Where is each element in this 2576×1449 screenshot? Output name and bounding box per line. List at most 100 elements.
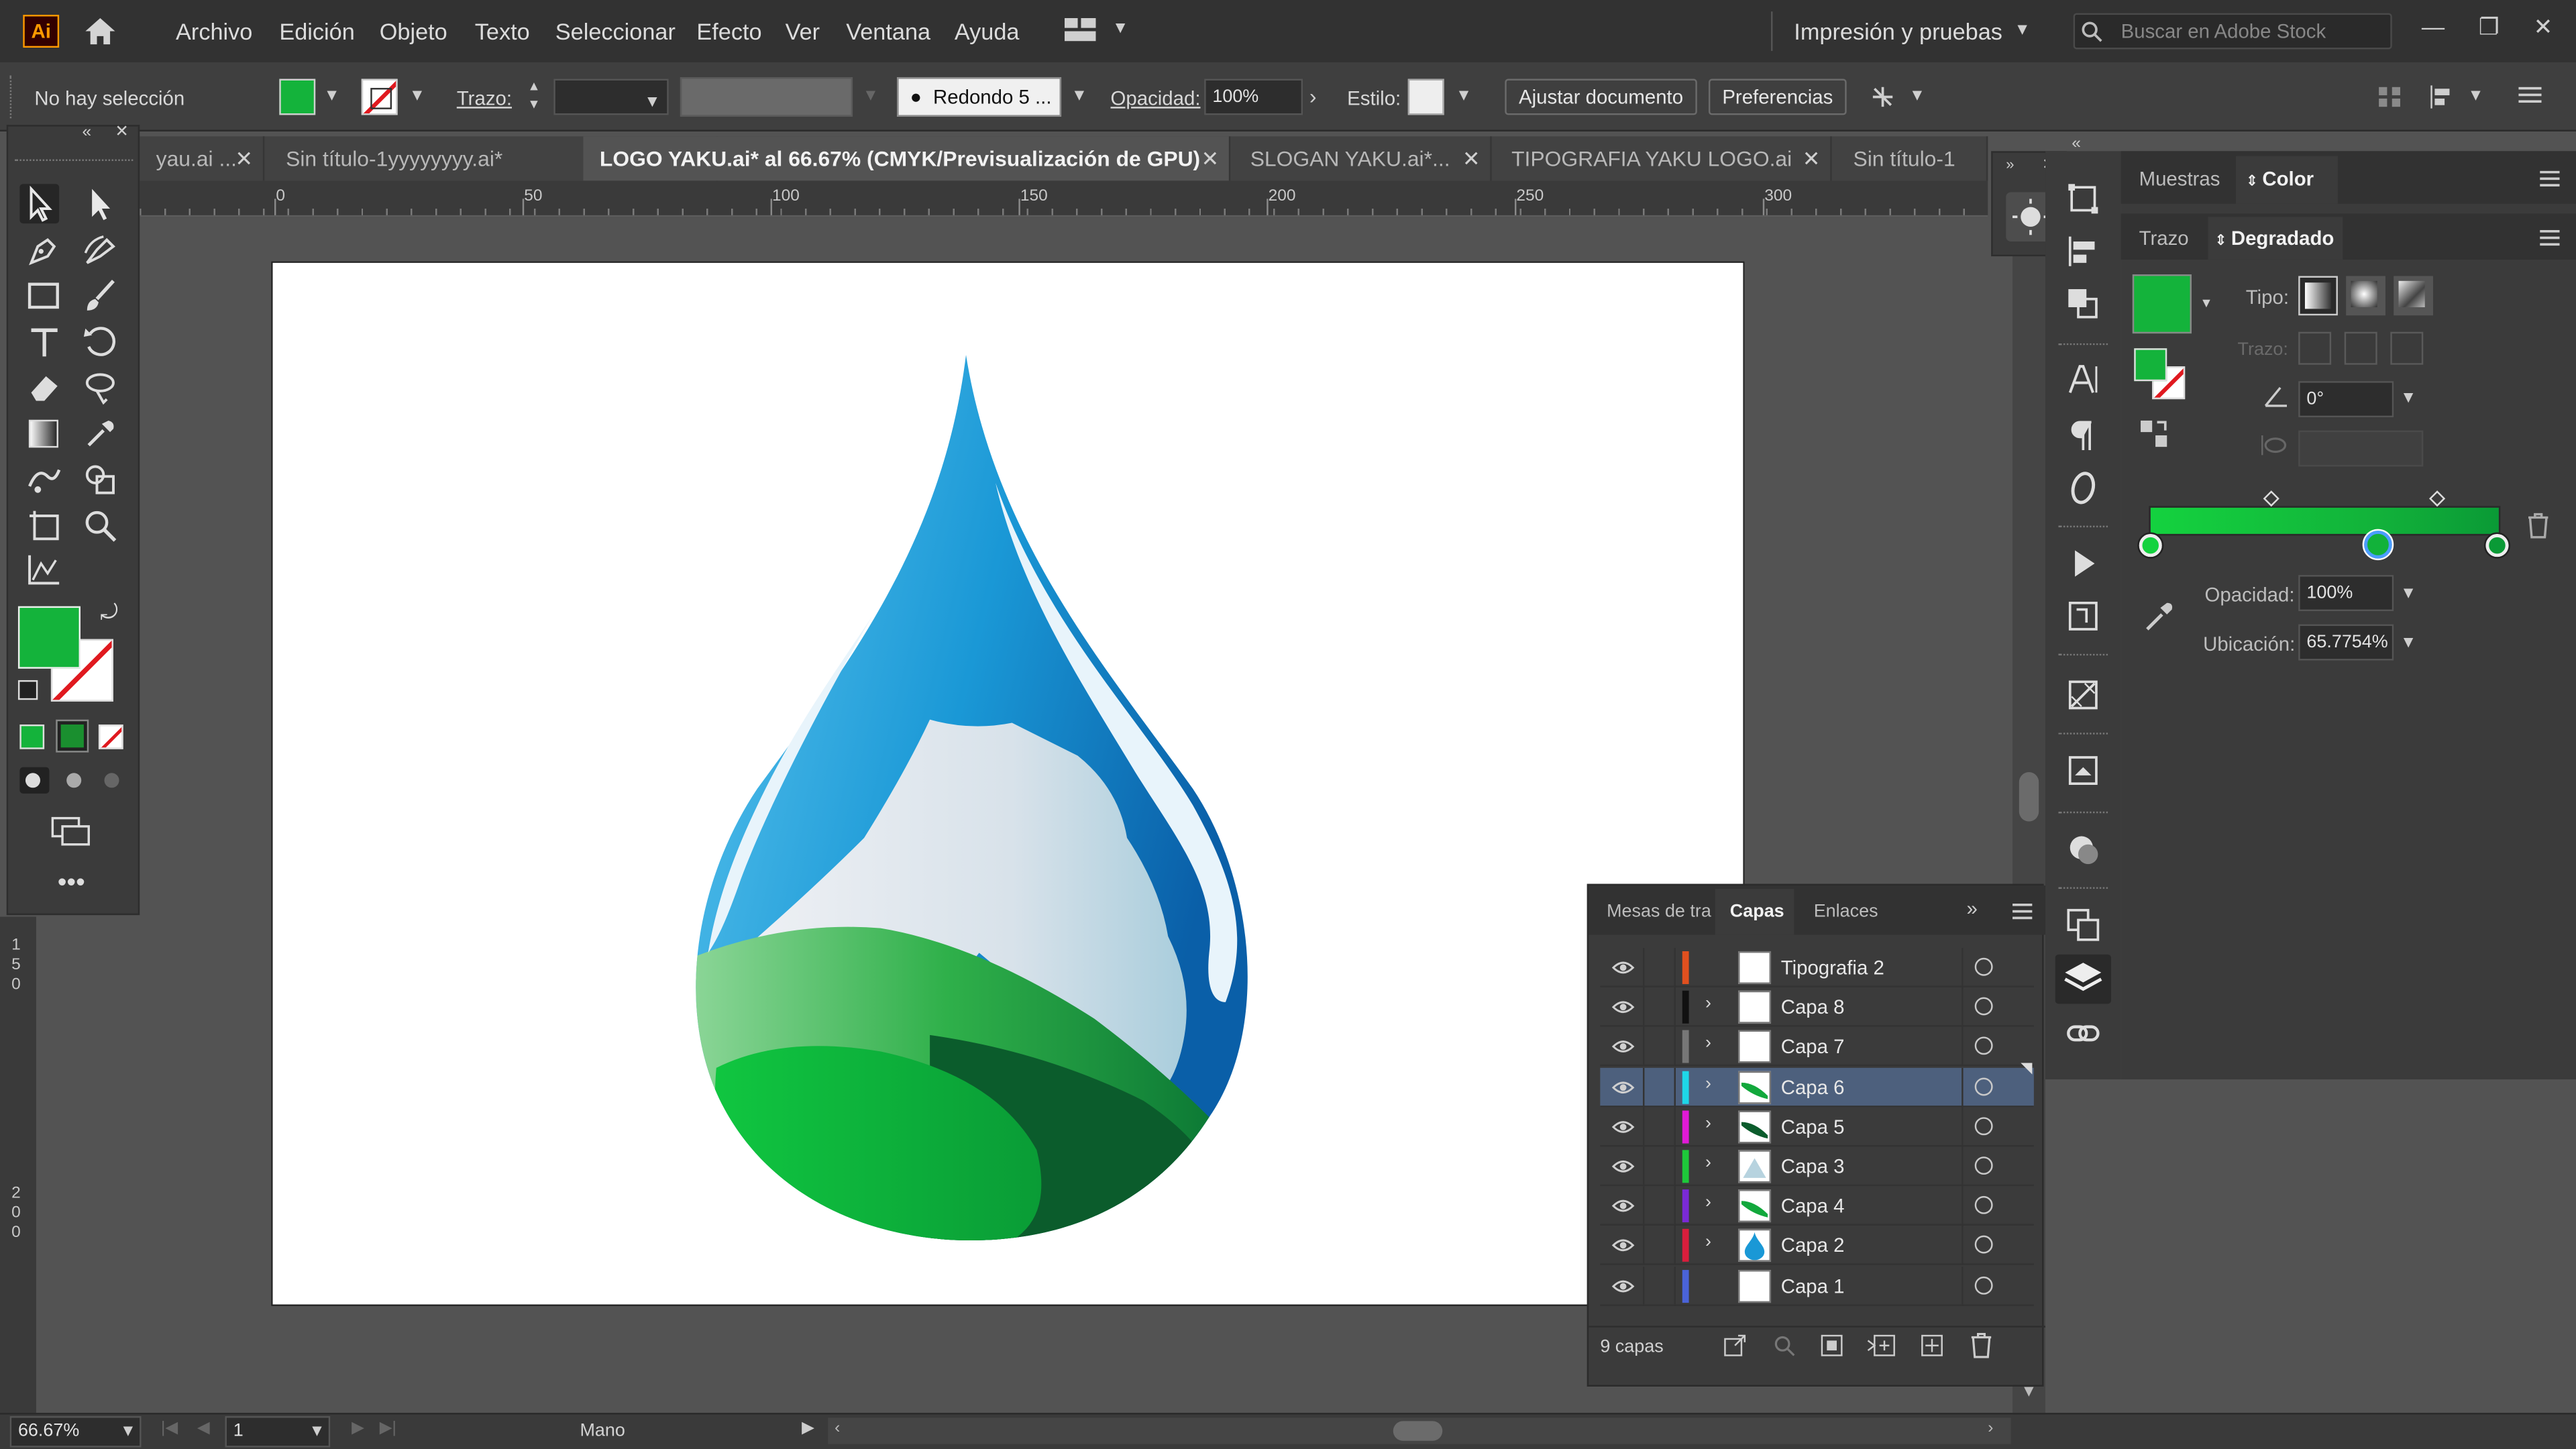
artboard[interactable] [271, 261, 1745, 1306]
align-panel-icon[interactable] [2065, 233, 2101, 270]
variable-width-profile[interactable] [680, 77, 853, 117]
control-menu-icon[interactable] [2518, 85, 2542, 105]
radial-gradient-button[interactable] [2346, 276, 2385, 316]
chevron-down-icon[interactable]: ▼ [2467, 87, 2483, 105]
actions-panel-icon[interactable] [2065, 545, 2101, 582]
tab-links[interactable]: Enlaces [1814, 902, 1878, 922]
lock-toggle[interactable] [1643, 987, 1676, 1028]
close-icon[interactable]: ✕ [1803, 136, 1821, 180]
screen-mode-icon[interactable] [51, 816, 94, 846]
tab-swatches[interactable]: Muestras [2139, 168, 2220, 191]
lock-toggle[interactable] [1643, 948, 1676, 987]
clipping-mask-icon[interactable] [1820, 1334, 1843, 1357]
target-icon[interactable] [1974, 1037, 1993, 1056]
rectangle-tool[interactable] [25, 276, 64, 315]
lock-toggle[interactable] [1643, 1146, 1676, 1187]
history-panel-icon[interactable] [2065, 598, 2101, 634]
target-icon[interactable] [1974, 1116, 1993, 1135]
paintbrush-tool[interactable] [80, 276, 120, 315]
arrange-documents-icon[interactable] [1868, 82, 1898, 111]
menu-item-efecto[interactable]: Efecto [696, 18, 761, 44]
stroke-stepper[interactable]: ▲ ▼ [521, 77, 547, 117]
chevron-right-icon[interactable]: › [1705, 1233, 1711, 1252]
shape-builder-tool[interactable] [80, 460, 120, 500]
eyedropper-tool[interactable] [80, 414, 120, 453]
transform-panel-icon[interactable] [2065, 180, 2101, 217]
lock-toggle[interactable] [1643, 1107, 1676, 1146]
first-artboard-icon[interactable]: |◀ [161, 1419, 178, 1438]
target-icon[interactable] [1974, 1157, 1993, 1175]
tab-slogan-yaku[interactable]: SLOGAN YAKU.ai*... ✕ [1234, 136, 1492, 181]
layer-name[interactable]: Capa 8 [1781, 996, 1845, 1019]
artboards-panel-icon[interactable] [2065, 907, 2101, 943]
draw-inside-icon[interactable] [99, 767, 128, 794]
fill-swatch[interactable] [279, 78, 316, 115]
layer-name[interactable]: Capa 3 [1781, 1155, 1845, 1178]
draw-behind-icon[interactable] [61, 767, 91, 794]
chevron-down-icon[interactable]: ▼ [409, 87, 425, 105]
draw-normal-icon[interactable] [19, 767, 50, 794]
brush-definition[interactable]: Redondo 5 ... [897, 77, 1062, 117]
chevron-down-icon[interactable]: ▼ [1909, 87, 1925, 105]
collapse-panel-icon[interactable]: » [2006, 156, 2014, 172]
status-menu-icon[interactable]: ▶ [802, 1419, 814, 1438]
midpoint-diamond[interactable] [2263, 490, 2279, 507]
layer-name[interactable]: Capa 1 [1781, 1274, 1845, 1297]
fill-indicator[interactable] [2134, 348, 2167, 382]
grip-handle[interactable] [9, 75, 15, 119]
search-layer-icon[interactable] [1772, 1334, 1795, 1357]
scrollbar-thumb[interactable] [2019, 772, 2039, 822]
tab-logo-yaku[interactable]: LOGO YAKU.ai* al 66.67% (CMYK/Previsuali… [583, 136, 1231, 181]
chevron-right-icon[interactable]: › [1705, 1193, 1711, 1212]
export-icon[interactable] [1723, 1334, 1746, 1357]
chevron-down-icon[interactable]: ▼ [1071, 87, 1087, 105]
menu-item-archivo[interactable]: Archivo [176, 18, 252, 44]
vertical-ruler[interactable]: 1 5 0 2 0 0 [0, 916, 36, 1413]
target-icon[interactable] [1974, 1275, 1993, 1294]
new-sublayer-icon[interactable] [1866, 1334, 1896, 1357]
tab-layers[interactable]: Capas [1730, 902, 1784, 922]
horizontal-ruler[interactable]: 0 50 100 150 200 250 300 [140, 180, 1988, 217]
style-swatch[interactable] [1407, 78, 1444, 115]
more-tools-icon[interactable]: ••• [58, 869, 85, 899]
tab-gradient[interactable]: ⇕ Degradado [2214, 227, 2334, 250]
menu-item-ver[interactable]: Ver [786, 18, 820, 44]
menu-item-ventana[interactable]: Ventana [846, 18, 930, 44]
stroke-weight-field[interactable]: ▼ [553, 78, 669, 115]
gradient-mode-button[interactable] [56, 719, 89, 753]
menu-item-texto[interactable]: Texto [475, 18, 530, 44]
chevron-down-icon[interactable]: ▼ [2400, 634, 2416, 652]
close-panel-icon[interactable]: ✕ [115, 123, 129, 142]
dock-collapse-icon[interactable]: « [2072, 135, 2081, 153]
water-drop-logo[interactable] [684, 345, 1275, 1265]
color-mode-button[interactable] [19, 724, 45, 749]
rotate-tool[interactable] [80, 322, 120, 362]
image-trace-panel-icon[interactable] [2065, 677, 2101, 713]
layer-name[interactable]: Capa 6 [1781, 1075, 1845, 1098]
tab-sin-titulo[interactable]: Sin título-1 [1837, 136, 1988, 181]
new-layer-icon[interactable] [1921, 1334, 1943, 1357]
scroll-left-icon[interactable]: ‹ [835, 1419, 840, 1438]
panel-menu-icon[interactable] [2540, 170, 2560, 187]
collapse-panel-icon[interactable]: « [82, 123, 91, 142]
linear-gradient-button[interactable] [2298, 276, 2338, 316]
panel-grip[interactable] [15, 159, 133, 170]
chevron-right-icon[interactable]: › [1705, 1074, 1711, 1093]
layer-name[interactable]: Capa 5 [1781, 1115, 1845, 1138]
eye-icon[interactable] [1611, 1195, 1635, 1218]
lock-toggle[interactable] [1643, 1067, 1676, 1107]
chevron-right-icon[interactable]: › [1705, 1153, 1711, 1173]
stop-opacity-field[interactable]: 100% [2298, 575, 2394, 612]
chevron-down-icon[interactable]: ▼ [2400, 585, 2416, 603]
default-colors-icon[interactable] [17, 680, 38, 700]
fit-document-button[interactable]: Ajustar documento [1505, 78, 1697, 115]
layer-row[interactable]: › Capa 8 [1600, 987, 2034, 1028]
chevron-down-icon[interactable]: ▼ [120, 1423, 136, 1441]
close-icon[interactable]: ✕ [1462, 136, 1481, 180]
layer-name[interactable]: Capa 7 [1781, 1036, 1845, 1059]
eye-icon[interactable] [1611, 1274, 1635, 1297]
chevron-down-icon[interactable]: ▼ [323, 87, 339, 105]
type-tool[interactable] [25, 322, 64, 362]
lock-toggle[interactable] [1643, 1186, 1676, 1226]
tab-artboards[interactable]: Mesas de tra [1607, 902, 1712, 922]
